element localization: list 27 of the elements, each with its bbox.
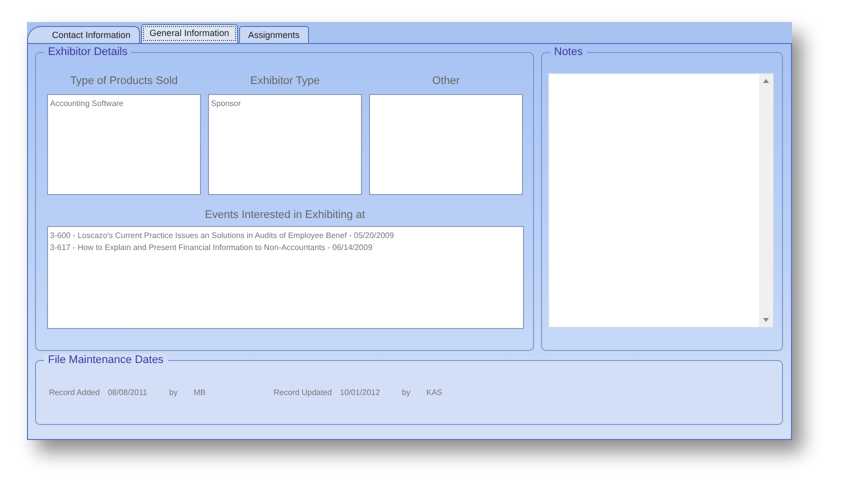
field-label: by [169,388,178,397]
tab[interactable]: General Information [140,24,238,43]
list-item[interactable]: 3-600 - Loscazo's Current Practice Issues an Solutions in Audits of Employee Benef - 05/20/2009 [50,230,521,242]
list-label: Exhibitor Type [249,74,321,89]
notes-field[interactable] [548,73,774,328]
list-item[interactable]: Sponsor [211,98,359,110]
field-label: Record Added [49,388,100,397]
user-value: KAS [426,388,442,397]
list-box[interactable]: Sponsor [208,94,362,195]
list-label: Type of Products Sold [69,74,179,89]
tab[interactable]: Assignments [239,26,309,43]
user-value: MB [194,388,206,397]
date-value: 10/01/2012 [340,388,380,397]
scrollbar[interactable] [759,74,773,327]
scroll-up-icon[interactable] [763,79,769,83]
list-label: Events Interested in Exhibiting at [204,208,366,223]
date-value: 08/08/2011 [108,388,148,397]
list-item[interactable]: Accounting Software [50,98,198,110]
list-label: Other [431,74,461,89]
list-box[interactable]: 3-600 - Loscazo's Current Practice Issues an Solutions in Audits of Employee Benef - 05/20/2009 3-617 - How to Explain and Present Financial Information to Non-Accountants - 06/14/2009 [47,226,524,329]
list-box[interactable]: Accounting Software [47,94,201,195]
tab[interactable]: Contact Information [27,26,140,43]
field-label: Record Updated [274,388,332,397]
list-item[interactable]: 3-617 - How to Explain and Present Financial Information to Non-Accountants - 06/14/2009 [50,242,521,254]
field-label: by [402,388,410,397]
list-box[interactable] [369,94,523,195]
scroll-down-icon[interactable] [763,318,769,322]
